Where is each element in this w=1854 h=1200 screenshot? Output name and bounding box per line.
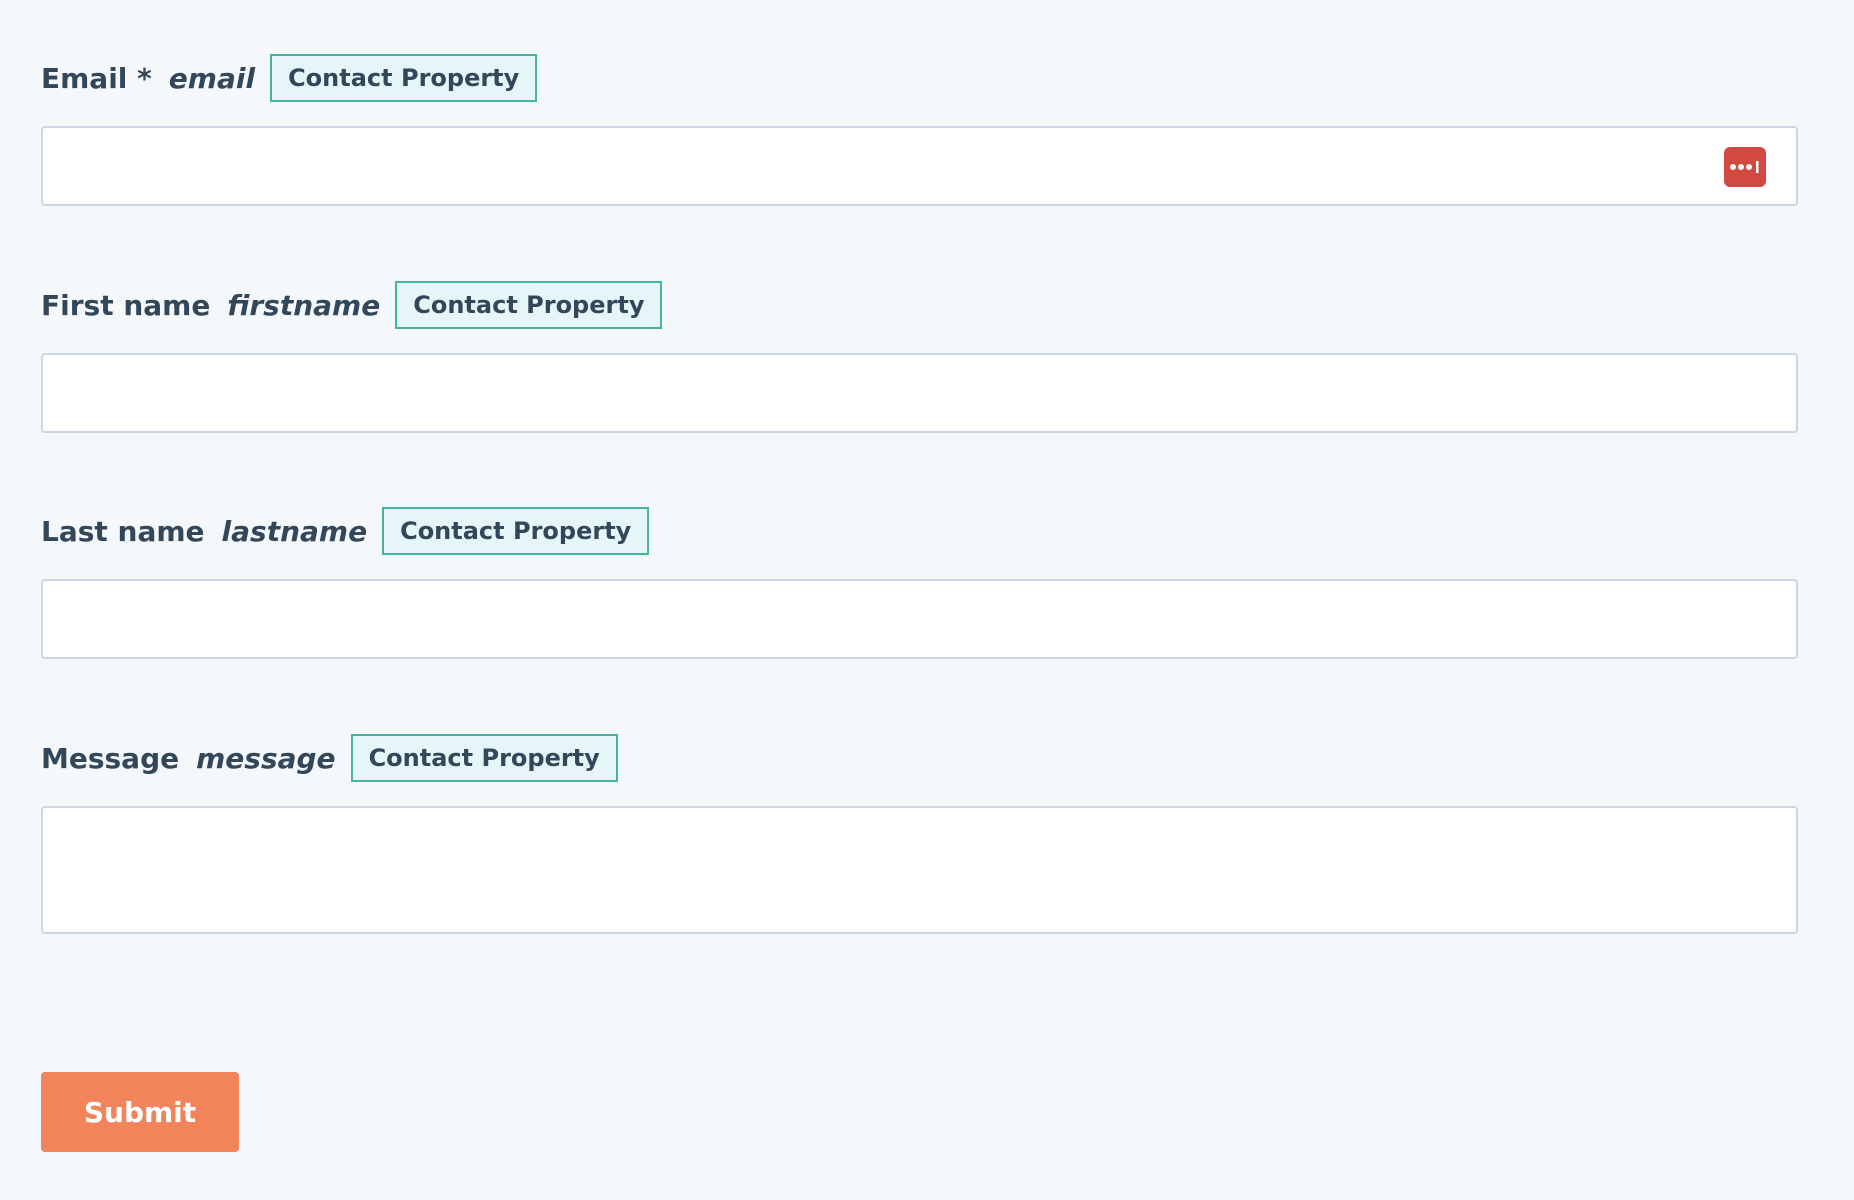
message-textarea[interactable] (41, 806, 1798, 934)
message-label: Message (41, 741, 180, 775)
email-field-group: Email * email Contact Property (41, 54, 1798, 206)
message-property-name: message (196, 741, 336, 775)
email-label: Email * (41, 61, 152, 95)
message-field-group: Message message Contact Property (41, 734, 1798, 934)
submit-button[interactable]: Submit (41, 1072, 239, 1152)
lastname-label: Last name (41, 514, 205, 548)
firstname-label: First name (41, 288, 211, 322)
firstname-input[interactable] (41, 353, 1798, 433)
lastname-contact-property-tag: Contact Property (382, 507, 650, 555)
lastname-field-group: Last name lastname Contact Property (41, 507, 1798, 659)
password-dots-icon (1730, 161, 1759, 173)
message-contact-property-tag: Contact Property (350, 734, 618, 782)
contact-form: Email * email Contact Property First nam… (0, 0, 1854, 1200)
firstname-property-name: firstname (227, 288, 381, 322)
email-property-name: email (168, 61, 256, 95)
firstname-label-row: First name firstname Contact Property (41, 281, 1798, 329)
email-input[interactable] (41, 126, 1798, 206)
firstname-field-group: First name firstname Contact Property (41, 281, 1798, 433)
password-manager-icon[interactable] (1724, 147, 1766, 187)
email-label-row: Email * email Contact Property (41, 54, 1798, 102)
lastname-property-name: lastname (221, 514, 368, 548)
firstname-contact-property-tag: Contact Property (395, 281, 663, 329)
lastname-input[interactable] (41, 579, 1798, 659)
message-label-row: Message message Contact Property (41, 734, 1798, 782)
email-contact-property-tag: Contact Property (270, 54, 538, 102)
lastname-label-row: Last name lastname Contact Property (41, 507, 1798, 555)
